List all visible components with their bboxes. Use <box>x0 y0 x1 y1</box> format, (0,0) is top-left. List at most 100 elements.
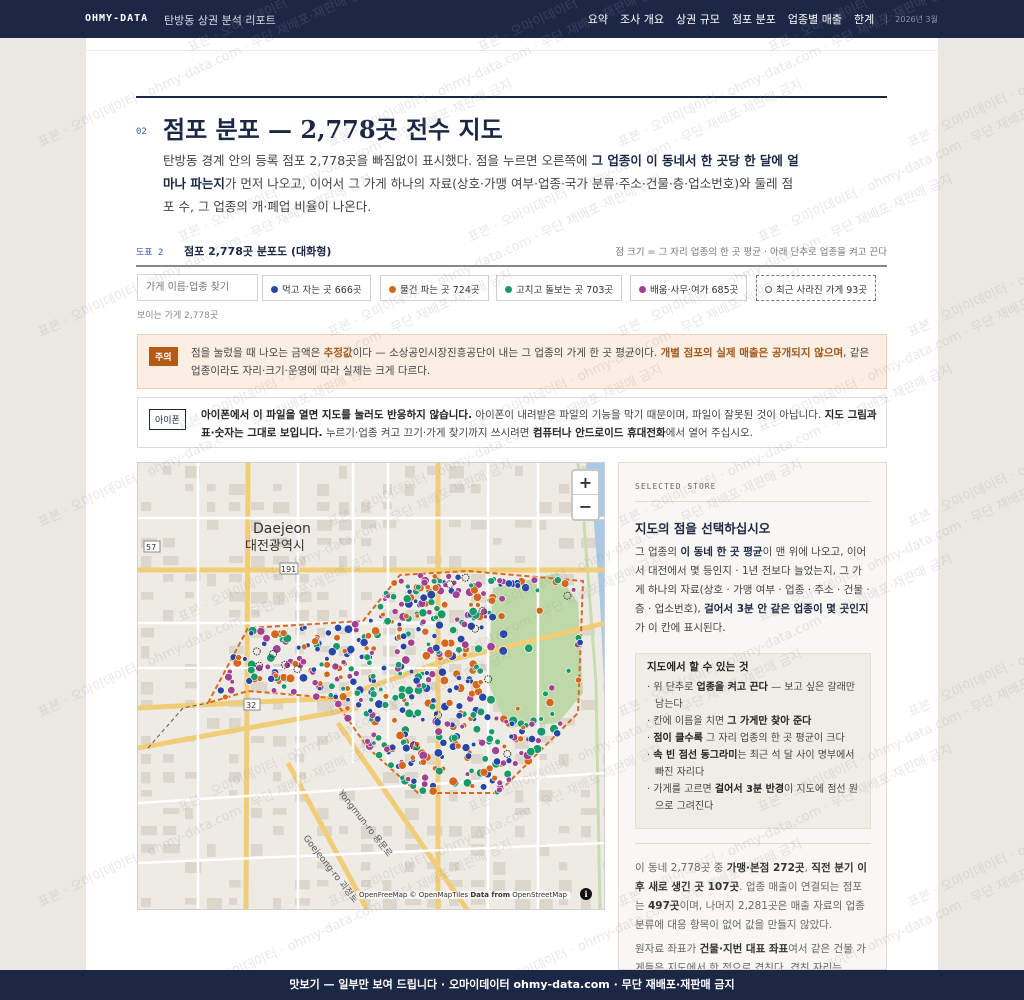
store-dot[interactable] <box>408 693 416 701</box>
store-dot[interactable] <box>398 761 407 770</box>
store-dot[interactable] <box>375 751 383 759</box>
store-dot[interactable] <box>486 642 496 652</box>
store-dot[interactable] <box>542 690 549 698</box>
nav-item-overview[interactable]: 조사 개요 <box>620 11 664 27</box>
store-dot[interactable] <box>242 656 248 662</box>
store-dot[interactable] <box>403 612 410 620</box>
store-dot[interactable] <box>340 659 347 666</box>
store-dot[interactable] <box>406 588 413 595</box>
filter-chip-edu-office-leisure[interactable]: 배움·사무·여가 685곳 <box>630 275 748 301</box>
store-dot[interactable] <box>391 694 399 702</box>
store-dot[interactable] <box>266 653 276 663</box>
store-dot[interactable] <box>426 590 436 600</box>
store-dot[interactable] <box>443 649 454 659</box>
store-dot[interactable] <box>445 699 454 707</box>
store-dot[interactable] <box>536 727 547 737</box>
store-dot[interactable] <box>399 774 406 781</box>
store-dot[interactable] <box>400 632 408 640</box>
store-dot[interactable] <box>496 786 503 794</box>
store-dot[interactable] <box>394 648 401 655</box>
store-dot[interactable] <box>535 737 542 744</box>
store-dot[interactable] <box>465 678 471 685</box>
store-dot[interactable] <box>310 666 317 673</box>
store-dot[interactable] <box>351 620 360 629</box>
map-canvas[interactable]: Daejeon 대전광역시 57 32 191 Yongmun-ro 용문로 G… <box>138 463 605 910</box>
store-dot[interactable] <box>391 717 398 724</box>
store-dot[interactable] <box>485 734 494 743</box>
store-dot[interactable] <box>374 715 382 723</box>
store-dot[interactable] <box>418 786 427 795</box>
store-dot[interactable] <box>334 623 343 632</box>
nav-item-distribution[interactable]: 점포 분포 <box>732 11 776 27</box>
store-dot[interactable] <box>381 701 390 709</box>
store-dot[interactable] <box>395 661 403 669</box>
store-dot[interactable] <box>420 717 426 723</box>
store-dot[interactable] <box>375 734 383 742</box>
store-dot[interactable] <box>346 673 353 680</box>
store-dot[interactable] <box>395 730 405 740</box>
store-dot[interactable] <box>491 774 498 782</box>
store-dot[interactable] <box>433 748 443 758</box>
store-dot[interactable] <box>480 590 487 597</box>
store-dot[interactable] <box>497 612 506 621</box>
store-dot[interactable] <box>431 573 438 580</box>
store-dot[interactable] <box>503 718 509 725</box>
store-dot[interactable] <box>414 613 420 619</box>
store-dot[interactable] <box>508 720 516 727</box>
store-dot[interactable] <box>334 700 343 709</box>
store-dot[interactable] <box>371 740 377 746</box>
store-dot[interactable] <box>527 734 536 743</box>
store-dot[interactable] <box>487 577 495 585</box>
store-dot[interactable] <box>397 671 403 677</box>
store-dot[interactable] <box>553 729 562 738</box>
store-dot[interactable] <box>431 633 438 639</box>
store-dot[interactable] <box>508 733 515 740</box>
store-dot[interactable] <box>557 720 564 727</box>
store-dot[interactable] <box>455 674 462 681</box>
store-dot[interactable] <box>421 627 430 636</box>
store-search-input[interactable] <box>137 274 258 301</box>
closed-store-ring[interactable] <box>461 573 470 582</box>
store-dot[interactable] <box>369 650 375 656</box>
store-dot[interactable] <box>421 651 431 661</box>
store-dot[interactable] <box>571 587 577 593</box>
store-dot[interactable] <box>426 609 433 616</box>
store-dot[interactable] <box>553 576 562 585</box>
store-dot[interactable] <box>469 711 477 719</box>
store-dot[interactable] <box>499 629 509 639</box>
filter-chip-repair-care[interactable]: 고치고 돌보는 곳 703곳 <box>496 275 623 301</box>
store-dot[interactable] <box>407 638 416 647</box>
store-dot[interactable] <box>512 760 519 767</box>
filter-chip-food-lodging[interactable]: 먹고 자는 곳 666곳 <box>262 275 371 301</box>
store-dot[interactable] <box>359 638 369 647</box>
info-icon[interactable]: i <box>580 888 592 900</box>
store-dot[interactable] <box>353 689 361 697</box>
store-dot[interactable] <box>323 670 331 678</box>
store-dot[interactable] <box>363 653 371 661</box>
store-dot[interactable] <box>450 733 459 742</box>
store-dot[interactable] <box>377 603 385 611</box>
store-dot[interactable] <box>433 718 442 727</box>
store-dot[interactable] <box>324 656 330 662</box>
store-dot[interactable] <box>217 686 225 695</box>
closed-store-ring[interactable] <box>252 647 261 656</box>
store-dot[interactable] <box>517 735 524 743</box>
store-dot[interactable] <box>413 708 422 717</box>
store-dot[interactable] <box>526 747 536 757</box>
store-dot[interactable] <box>439 738 448 747</box>
store-dot[interactable] <box>460 620 469 628</box>
store-dot[interactable] <box>247 666 256 675</box>
store-dot[interactable] <box>452 590 461 599</box>
zoom-in-button[interactable]: + <box>573 471 598 495</box>
store-dot[interactable] <box>327 647 337 657</box>
store-dot[interactable] <box>428 703 437 711</box>
store-dot[interactable] <box>435 766 444 776</box>
store-dot[interactable] <box>272 644 282 654</box>
store-dot[interactable] <box>518 750 525 756</box>
store-dot[interactable] <box>340 685 346 692</box>
store-dot[interactable] <box>454 573 462 581</box>
store-dot[interactable] <box>424 670 430 676</box>
store-dot[interactable] <box>398 706 406 714</box>
store-dot[interactable] <box>390 593 398 601</box>
store-dot[interactable] <box>505 757 513 764</box>
